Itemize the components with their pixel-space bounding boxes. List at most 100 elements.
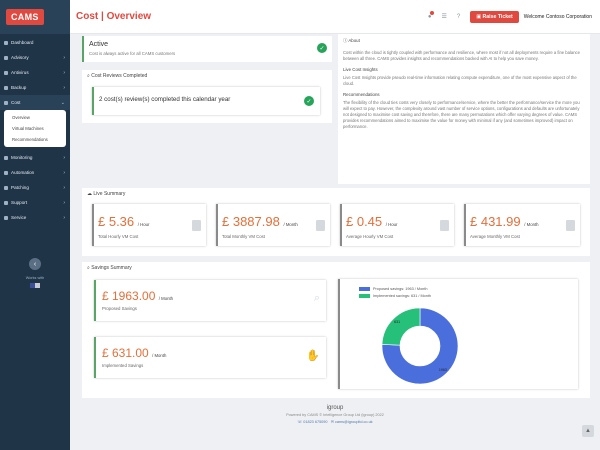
server-icon (566, 220, 575, 231)
patching-icon (4, 185, 8, 190)
help-icon[interactable]: ? (457, 14, 460, 20)
proposed-savings-card: £ 1963.00 / Month Proposed Savings ⌕ (94, 280, 326, 321)
antivirus-icon (4, 70, 8, 75)
implemented-savings-card: £ 631.00 / Month Implemented Savings ✋ (94, 337, 326, 378)
sidebar-item-label: Monitoring (11, 155, 33, 160)
savings-pie-chart: 1963 631 (381, 307, 459, 385)
stat-unit: / Hour (385, 222, 398, 227)
scroll-to-top-button[interactable]: ▲ (582, 425, 594, 437)
stat-card-monthly-total: £ 3887.98 / Month Total Monthly VM Cost (216, 204, 330, 246)
footer-email[interactable]: cams@igroupltd.co.uk (335, 420, 373, 424)
implemented-savings-value: £ 631.00 / Month (102, 346, 166, 360)
check-icon: ✓ (304, 96, 314, 106)
sidebar-item-dashboard[interactable]: Dashboard (0, 35, 70, 50)
stat-value-text: £ 431.99 (470, 214, 521, 229)
stat-value: £ 3887.98 / Month (222, 214, 298, 229)
bell-icon[interactable]: ● (428, 10, 435, 20)
raise-ticket-button[interactable]: ▣ Raise Ticket (470, 10, 519, 23)
collapse-sidebar-button[interactable]: ‹ (29, 258, 41, 270)
footer-contacts: ☏ 01823 675090 ✉ cams@igroupltd.co.uk (70, 419, 600, 424)
welcome-text: Welcome Contoso Corporation (523, 13, 592, 20)
sidebar-item-advisory[interactable]: Advisory › (0, 50, 70, 65)
about-panel: ⓘ About Cost within the cloud is tightly… (338, 34, 590, 184)
sidebar-item-label: Backup (11, 85, 27, 90)
notification-badge (430, 10, 435, 15)
check-icon: ✓ (317, 43, 327, 53)
sidebar-item-service[interactable]: Service › (0, 210, 70, 225)
stat-value-text: £ 0.45 (346, 214, 383, 229)
sidebar-item-automation[interactable]: Automation › (0, 165, 70, 180)
backup-icon (4, 85, 8, 90)
proposed-savings-unit: / Month (158, 296, 174, 301)
savings-summary-heading: ⌕ Savings Summary (87, 265, 132, 271)
cost-reviews-text: 2 cost(s) review(s) completed this calen… (99, 96, 231, 103)
proposed-savings-amount: £ 1963.00 (102, 289, 156, 303)
advisory-icon (4, 55, 8, 60)
chevron-right-icon: › (63, 154, 65, 161)
legend-swatch-implemented (359, 294, 370, 298)
live-summary-heading: ☁ Live Summary (87, 191, 125, 197)
sidebar-item-backup[interactable]: Backup › (0, 80, 70, 95)
pie-data-label-0: 1963 (439, 368, 447, 372)
legend-label-implemented: Implemented savings: 631 / Month (373, 294, 432, 298)
status-subtitle: Cost is always active for all CAMS custo… (89, 51, 176, 56)
page-title: Cost | Overview (76, 11, 152, 22)
chevron-right-icon: › (63, 214, 65, 221)
sidebar-item-cost[interactable]: Cost ⌄ (0, 95, 70, 110)
stat-unit: / Month (283, 222, 298, 227)
sidebar-item-label: Cost (11, 100, 21, 105)
status-card: Active Cost is always active for all CAM… (82, 36, 332, 62)
insights-heading: Live Cost Insights (343, 67, 378, 72)
subnav-item-overview[interactable]: Overview (4, 112, 66, 123)
hand-coin-icon: ✋ (306, 350, 320, 362)
sidebar-item-label: Patching (11, 185, 29, 190)
sidebar-nav: Dashboard Advisory › Antivirus › Backup › C… (0, 35, 70, 110)
sidebar-item-label: Automation (11, 170, 35, 175)
chevron-right-icon: › (63, 169, 65, 176)
live-summary-heading-text: Live Summary (93, 191, 126, 197)
automation-icon (4, 170, 8, 175)
implemented-savings-amount: £ 631.00 (102, 346, 149, 360)
pie-slice-1[interactable] (381, 307, 421, 346)
footer-powered: Powered by CAMS © Intelligence Group Ltd… (286, 413, 384, 417)
grid-icon[interactable]: ☰ (441, 13, 446, 20)
stat-unit: / Month (524, 222, 539, 227)
insights-text: Live Cost Insights provide pseudo real-t… (343, 75, 577, 86)
server-icon (192, 220, 201, 231)
monitoring-icon (4, 155, 8, 160)
support-icon (4, 200, 8, 205)
cost-reviews-heading-text: Cost Reviews Completed (91, 73, 148, 79)
sidebar-item-support[interactable]: Support › (0, 195, 70, 210)
subnav-item-virtual-machines[interactable]: Virtual Machines (4, 123, 66, 134)
subnav-item-recommendations[interactable]: Recommendations (4, 134, 66, 145)
stat-label: Average Hourly VM Cost (346, 234, 394, 239)
legend-item-proposed[interactable]: Proposed savings: 1963 / Month (359, 287, 427, 291)
sidebar-item-patching[interactable]: Patching › (0, 180, 70, 195)
logo[interactable]: CAMS (0, 0, 70, 34)
footer-phone[interactable]: 01823 675090 (303, 420, 327, 424)
recommendations-text: The flexibility of the cloud ties costs … (343, 100, 580, 129)
stat-label: Total Monthly VM Cost (222, 234, 265, 239)
legend-swatch-proposed (359, 287, 370, 291)
about-intro: Cost within the cloud is tightly coupled… (343, 50, 580, 61)
sidebar-item-antivirus[interactable]: Antivirus › (0, 65, 70, 80)
stat-value: £ 0.45 / Hour (346, 214, 397, 229)
chevron-right-icon: › (63, 84, 65, 91)
chevron-right-icon: › (63, 199, 65, 206)
stat-card-hourly-average: £ 0.45 / Hour Average Hourly VM Cost (340, 204, 454, 246)
legend-item-implemented[interactable]: Implemented savings: 631 / Month (359, 294, 431, 298)
footer: igroup Powered by CAMS © Intelligence Gr… (70, 405, 600, 424)
recommendations-heading: Recommendations (343, 92, 380, 97)
cost-reviews-card: 2 cost(s) review(s) completed this calen… (92, 87, 320, 115)
sidebar-item-label: Support (11, 200, 28, 205)
cams-logo[interactable]: CAMS (6, 9, 44, 25)
stat-label: Average Monthly VM Cost (470, 234, 520, 239)
stat-value: £ 5.36 / Hour (98, 214, 149, 229)
magnifier-icon: ⌕ (313, 292, 320, 304)
sidebar-item-monitoring[interactable]: Monitoring › (0, 150, 70, 165)
chevron-right-icon: › (63, 54, 65, 61)
savings-chart-card: Proposed savings: 1963 / Month Implement… (338, 279, 578, 389)
proposed-savings-value: £ 1963.00 / Month (102, 289, 173, 303)
service-icon (4, 215, 8, 220)
sidebar-item-label: Antivirus (11, 70, 29, 75)
